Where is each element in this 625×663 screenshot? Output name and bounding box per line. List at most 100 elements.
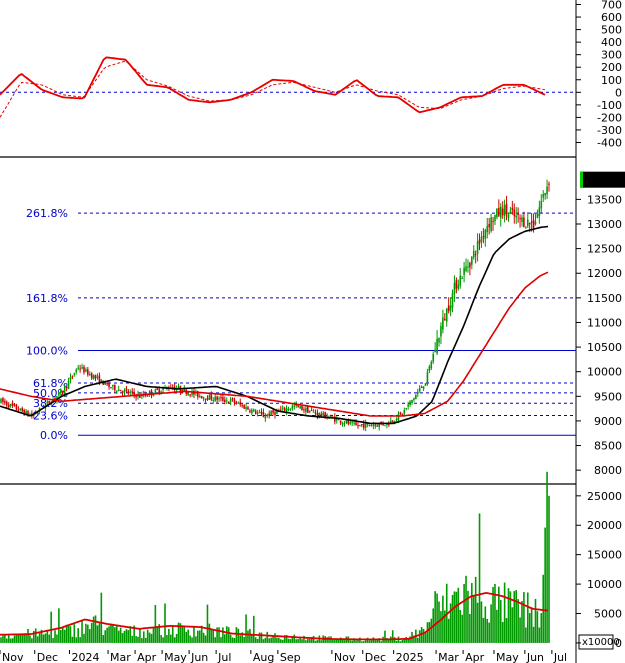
- candle-body: [69, 377, 72, 380]
- volume-bar: [297, 639, 299, 643]
- volume-bar: [152, 627, 155, 643]
- candle-body: [202, 397, 205, 399]
- candle-body: [416, 391, 419, 394]
- candle-body: [224, 399, 226, 402]
- price-tick-label: 9500: [594, 390, 622, 403]
- volume-bar: [362, 641, 365, 643]
- volume-bar: [440, 611, 442, 643]
- candle-body: [160, 391, 162, 393]
- volume-bar: [424, 633, 427, 643]
- candle-body: [361, 424, 363, 426]
- volume-bar: [100, 592, 103, 643]
- candle-body: [339, 420, 342, 424]
- price-tick-label: 11000: [587, 316, 622, 329]
- candle-body: [405, 408, 408, 410]
- osc-tick-label: 500: [601, 24, 622, 37]
- candle-body: [225, 400, 228, 402]
- volume-bar: [447, 618, 450, 643]
- candle-body: [422, 386, 425, 389]
- volume-bar: [503, 582, 506, 643]
- volume-bar: [461, 614, 463, 643]
- volume-tick-label: 5000: [594, 608, 622, 621]
- candle-body: [189, 394, 191, 396]
- volume-bar: [15, 634, 18, 643]
- candle-body: [73, 373, 76, 376]
- candle-body: [58, 392, 60, 396]
- candle-body: [187, 392, 189, 396]
- osc-tick-label: 400: [601, 36, 622, 49]
- volume-bar: [77, 628, 79, 643]
- volume-bar: [229, 634, 232, 643]
- volume-bar: [268, 638, 271, 643]
- candle-body: [374, 424, 377, 427]
- candle-body: [451, 292, 454, 308]
- volume-bar: [212, 629, 215, 643]
- candle-body: [206, 398, 209, 400]
- volume-bar: [21, 634, 24, 643]
- candle-body: [4, 401, 6, 403]
- candle-body: [492, 221, 494, 223]
- volume-bar: [476, 602, 479, 643]
- volume-bar: [233, 638, 236, 643]
- volume-bar: [7, 634, 10, 643]
- volume-bar: [299, 637, 301, 643]
- candle-body: [490, 217, 492, 232]
- candle-body: [455, 279, 458, 289]
- volume-bar: [115, 624, 118, 643]
- volume-bar: [173, 637, 176, 643]
- volume-bar: [224, 634, 226, 643]
- candle-body: [459, 275, 462, 286]
- candle-body: [415, 394, 417, 400]
- volume-bar: [156, 626, 159, 643]
- candle-body: [449, 305, 452, 311]
- volume-bar: [112, 625, 114, 643]
- candle-body: [463, 267, 465, 275]
- volume-bar: [104, 630, 106, 643]
- candle-body: [198, 396, 201, 398]
- volume-bar: [538, 627, 541, 643]
- volume-bar: [260, 632, 263, 643]
- osc-tick-label: 700: [601, 0, 622, 12]
- candle-body: [303, 409, 305, 411]
- candle-body: [440, 325, 442, 337]
- volume-bar: [87, 624, 89, 643]
- candle-body: [418, 388, 421, 392]
- volume-bar: [530, 607, 533, 643]
- candle-body: [92, 375, 95, 379]
- volume-bar: [142, 631, 145, 643]
- volume-bar: [548, 495, 550, 643]
- x-tick-label: Mar: [110, 651, 131, 663]
- candle-body: [231, 398, 234, 400]
- candle-body: [115, 391, 118, 393]
- candle-body: [285, 408, 288, 413]
- candle-body: [501, 208, 504, 216]
- candle-body: [220, 397, 222, 399]
- volume-bar: [25, 634, 27, 643]
- candle-body: [499, 206, 502, 218]
- volume-bar: [380, 641, 382, 643]
- fib-label-0: 261.8%: [26, 207, 68, 220]
- candle-body: [546, 186, 548, 195]
- candle-body: [98, 375, 101, 383]
- candle-body: [270, 411, 272, 416]
- volume-bar: [521, 601, 523, 643]
- volume-bar: [525, 627, 527, 643]
- x-tick-label: 2024: [71, 651, 99, 663]
- volume-bar: [403, 639, 406, 643]
- volume-bar: [231, 637, 234, 643]
- volume-bar: [189, 635, 191, 643]
- volume-tick-label: 25000: [587, 490, 622, 503]
- volume-bar: [505, 618, 508, 643]
- candle-body: [108, 382, 110, 387]
- volume-bar: [98, 623, 101, 643]
- volume-bar: [69, 626, 72, 643]
- candle-body: [351, 422, 353, 424]
- volume-bar: [364, 640, 367, 643]
- volume-bar: [61, 627, 64, 643]
- candle-body: [283, 408, 286, 411]
- candle-body: [222, 397, 224, 401]
- candle-body: [364, 423, 367, 428]
- volume-bar: [252, 615, 255, 643]
- price-tick-label: 13000: [587, 218, 622, 231]
- candle-body: [254, 410, 257, 414]
